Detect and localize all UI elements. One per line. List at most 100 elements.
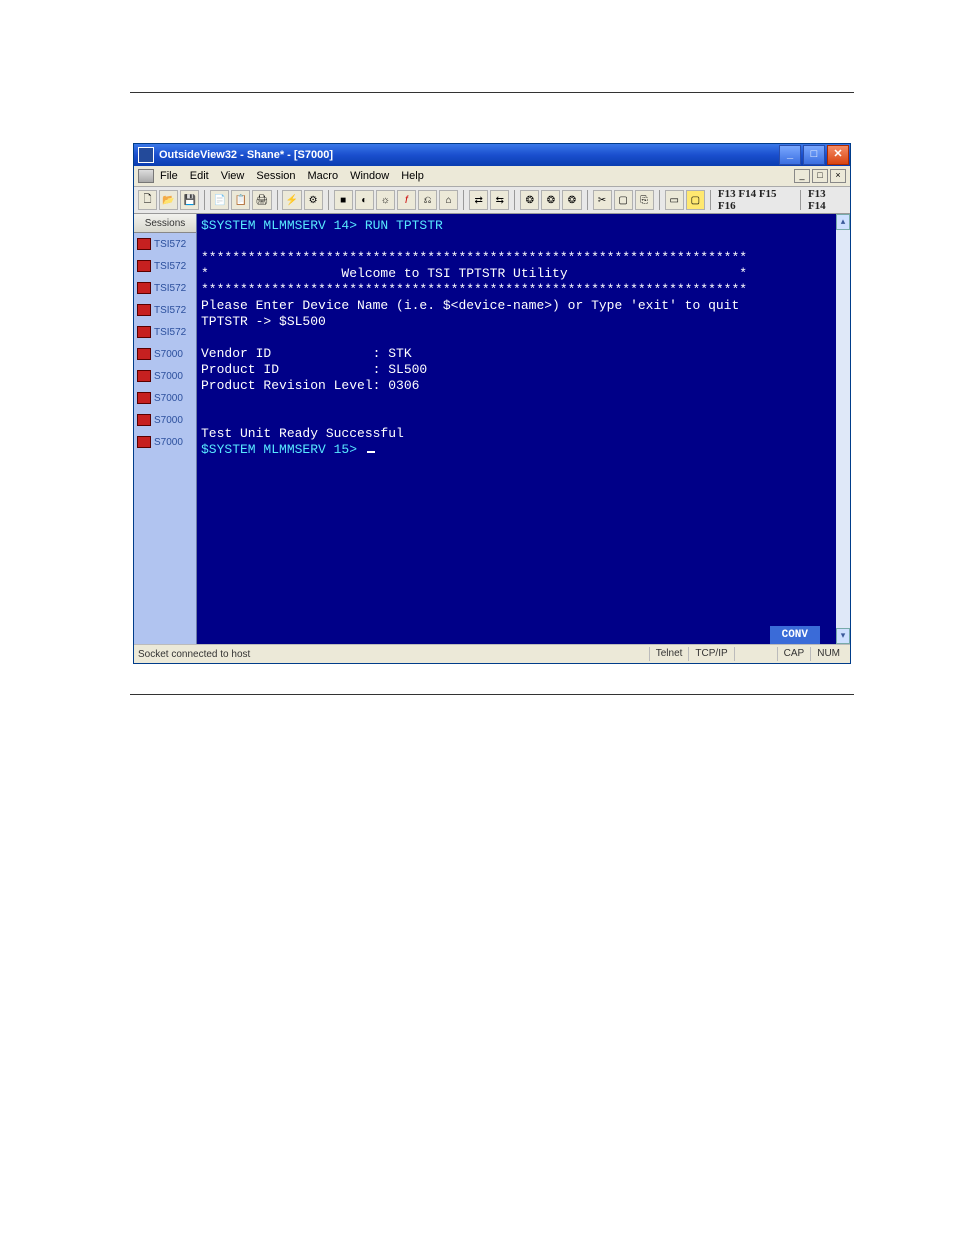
mdi-document-icon[interactable]: [138, 169, 154, 183]
session-icon: [137, 238, 151, 250]
session-icon: [137, 304, 151, 316]
mdi-controls: _ □ ×: [792, 169, 846, 183]
session-item[interactable]: TSI572: [134, 299, 196, 321]
session-icon: [137, 392, 151, 404]
session-icon: [137, 326, 151, 338]
terminal-line: ****************************************…: [201, 282, 747, 297]
session-item[interactable]: S7000: [134, 431, 196, 453]
tool-button-10[interactable]: ❂: [562, 190, 581, 210]
settings-button[interactable]: ⚙: [304, 190, 323, 210]
session-item[interactable]: TSI572: [134, 233, 196, 255]
menu-macro[interactable]: Macro: [308, 170, 339, 182]
terminal-line: Product ID : SL500: [201, 362, 427, 377]
save-button[interactable]: 💾: [180, 190, 199, 210]
terminal-line: Test Unit Ready Successful: [201, 426, 404, 441]
window-title: OutsideView32 - Shane* - [S7000]: [159, 149, 333, 161]
tool-button-9[interactable]: ❂: [541, 190, 560, 210]
terminal-line: Please Enter Device Name (i.e. $<device-…: [201, 298, 739, 313]
paste-button[interactable]: 📋: [231, 190, 250, 210]
sidebar-tab[interactable]: Sessions: [134, 214, 196, 233]
scroll-up-icon[interactable]: ▴: [836, 214, 850, 230]
mdi-restore-button[interactable]: □: [812, 169, 828, 183]
tool-button-7[interactable]: ⇆: [490, 190, 509, 210]
terminal-status: CONV: [770, 626, 820, 644]
scroll-down-icon[interactable]: ▾: [836, 628, 850, 644]
session-icon: [137, 436, 151, 448]
toolbar: 🗋 📂 💾 📄 📋 🖨 ⚡ ⚙ ■ ◐ ☼ f ⎌ ⌂ ⇄ ⇆ ❂ ❂ ❂: [134, 187, 850, 214]
menu-view[interactable]: View: [221, 170, 245, 182]
session-item[interactable]: S7000: [134, 387, 196, 409]
tool-button-12[interactable]: ▢: [614, 190, 633, 210]
open-button[interactable]: 📂: [159, 190, 178, 210]
status-protocol: Telnet: [649, 647, 689, 661]
menu-file[interactable]: File: [160, 170, 178, 182]
menu-edit[interactable]: Edit: [190, 170, 209, 182]
terminal-line: Product Revision Level: 0306: [201, 378, 419, 393]
terminal-line: $SYSTEM MLMMSERV 14> RUN TPTSTR: [201, 218, 443, 233]
session-icon: [137, 260, 151, 272]
session-item[interactable]: S7000: [134, 343, 196, 365]
terminal-line: $SYSTEM MLMMSERV 15>: [201, 442, 365, 457]
tool-button-2[interactable]: ◐: [355, 190, 374, 210]
cursor-icon: [367, 451, 375, 453]
session-item[interactable]: TSI572: [134, 277, 196, 299]
session-label: S7000: [154, 437, 183, 448]
tool-button-4[interactable]: ⎌: [418, 190, 437, 210]
tool-button-11[interactable]: ✂: [593, 190, 612, 210]
terminal[interactable]: $SYSTEM MLMMSERV 14> RUN TPTSTR ********…: [197, 214, 836, 644]
terminal-line: TPTSTR -> $SL500: [201, 314, 326, 329]
status-message: Socket connected to host: [138, 649, 250, 660]
session-icon: [137, 414, 151, 426]
terminal-area: $SYSTEM MLMMSERV 14> RUN TPTSTR ********…: [197, 214, 850, 644]
session-label: S7000: [154, 393, 183, 404]
session-icon: [137, 370, 151, 382]
menu-help[interactable]: Help: [401, 170, 424, 182]
function-button[interactable]: f: [397, 190, 416, 210]
tool-button-1[interactable]: ■: [334, 190, 353, 210]
mdi-minimize-button[interactable]: _: [794, 169, 810, 183]
tool-button-6[interactable]: ⇄: [469, 190, 488, 210]
sessions-sidebar: Sessions TSI572 TSI572 TSI572 TSI572 TSI…: [134, 214, 197, 644]
session-label: TSI572: [154, 305, 186, 316]
tool-button-14[interactable]: ▭: [665, 190, 684, 210]
mdi-close-button[interactable]: ×: [830, 169, 846, 183]
vertical-scrollbar[interactable]: ▴ ▾: [836, 214, 850, 644]
session-icon: [137, 282, 151, 294]
session-label: S7000: [154, 415, 183, 426]
tool-button-5[interactable]: ⌂: [439, 190, 458, 210]
session-item[interactable]: TSI572: [134, 321, 196, 343]
tool-button-3[interactable]: ☼: [376, 190, 395, 210]
print-button[interactable]: 🖨: [252, 190, 271, 210]
fkey-group-left[interactable]: F13 F14 F15 F16: [718, 188, 793, 212]
close-button[interactable]: ✕: [827, 145, 849, 165]
session-label: TSI572: [154, 327, 186, 338]
menu-session[interactable]: Session: [256, 170, 295, 182]
menu-window[interactable]: Window: [350, 170, 389, 182]
app-window: OutsideView32 - Shane* - [S7000] _ □ ✕ F…: [133, 143, 851, 664]
session-item[interactable]: S7000: [134, 365, 196, 387]
session-label: TSI572: [154, 283, 186, 294]
minimize-button[interactable]: _: [779, 145, 801, 165]
session-item[interactable]: TSI572: [134, 255, 196, 277]
page-rule: [130, 92, 854, 93]
tool-button-8[interactable]: ❂: [520, 190, 539, 210]
tool-button-15[interactable]: ▢: [686, 190, 705, 210]
new-button[interactable]: 🗋: [138, 190, 157, 210]
statusbar: Socket connected to host Telnet TCP/IP C…: [134, 644, 850, 663]
maximize-button[interactable]: □: [803, 145, 825, 165]
session-label: TSI572: [154, 239, 186, 250]
status-transport: TCP/IP: [688, 647, 733, 661]
copy-button[interactable]: 📄: [210, 190, 229, 210]
fkey-group-right[interactable]: F13 F14: [808, 188, 844, 212]
connect-button[interactable]: ⚡: [282, 190, 301, 210]
session-item[interactable]: S7000: [134, 409, 196, 431]
status-caps: CAP: [777, 647, 811, 661]
tool-button-13[interactable]: ⎘: [635, 190, 654, 210]
session-label: S7000: [154, 349, 183, 360]
terminal-line: Vendor ID : STK: [201, 346, 412, 361]
titlebar: OutsideView32 - Shane* - [S7000] _ □ ✕: [134, 144, 850, 166]
status-num: NUM: [810, 647, 846, 661]
app-icon: [138, 147, 154, 163]
bottom-rule: [130, 694, 854, 695]
workspace: Sessions TSI572 TSI572 TSI572 TSI572 TSI…: [134, 214, 850, 644]
